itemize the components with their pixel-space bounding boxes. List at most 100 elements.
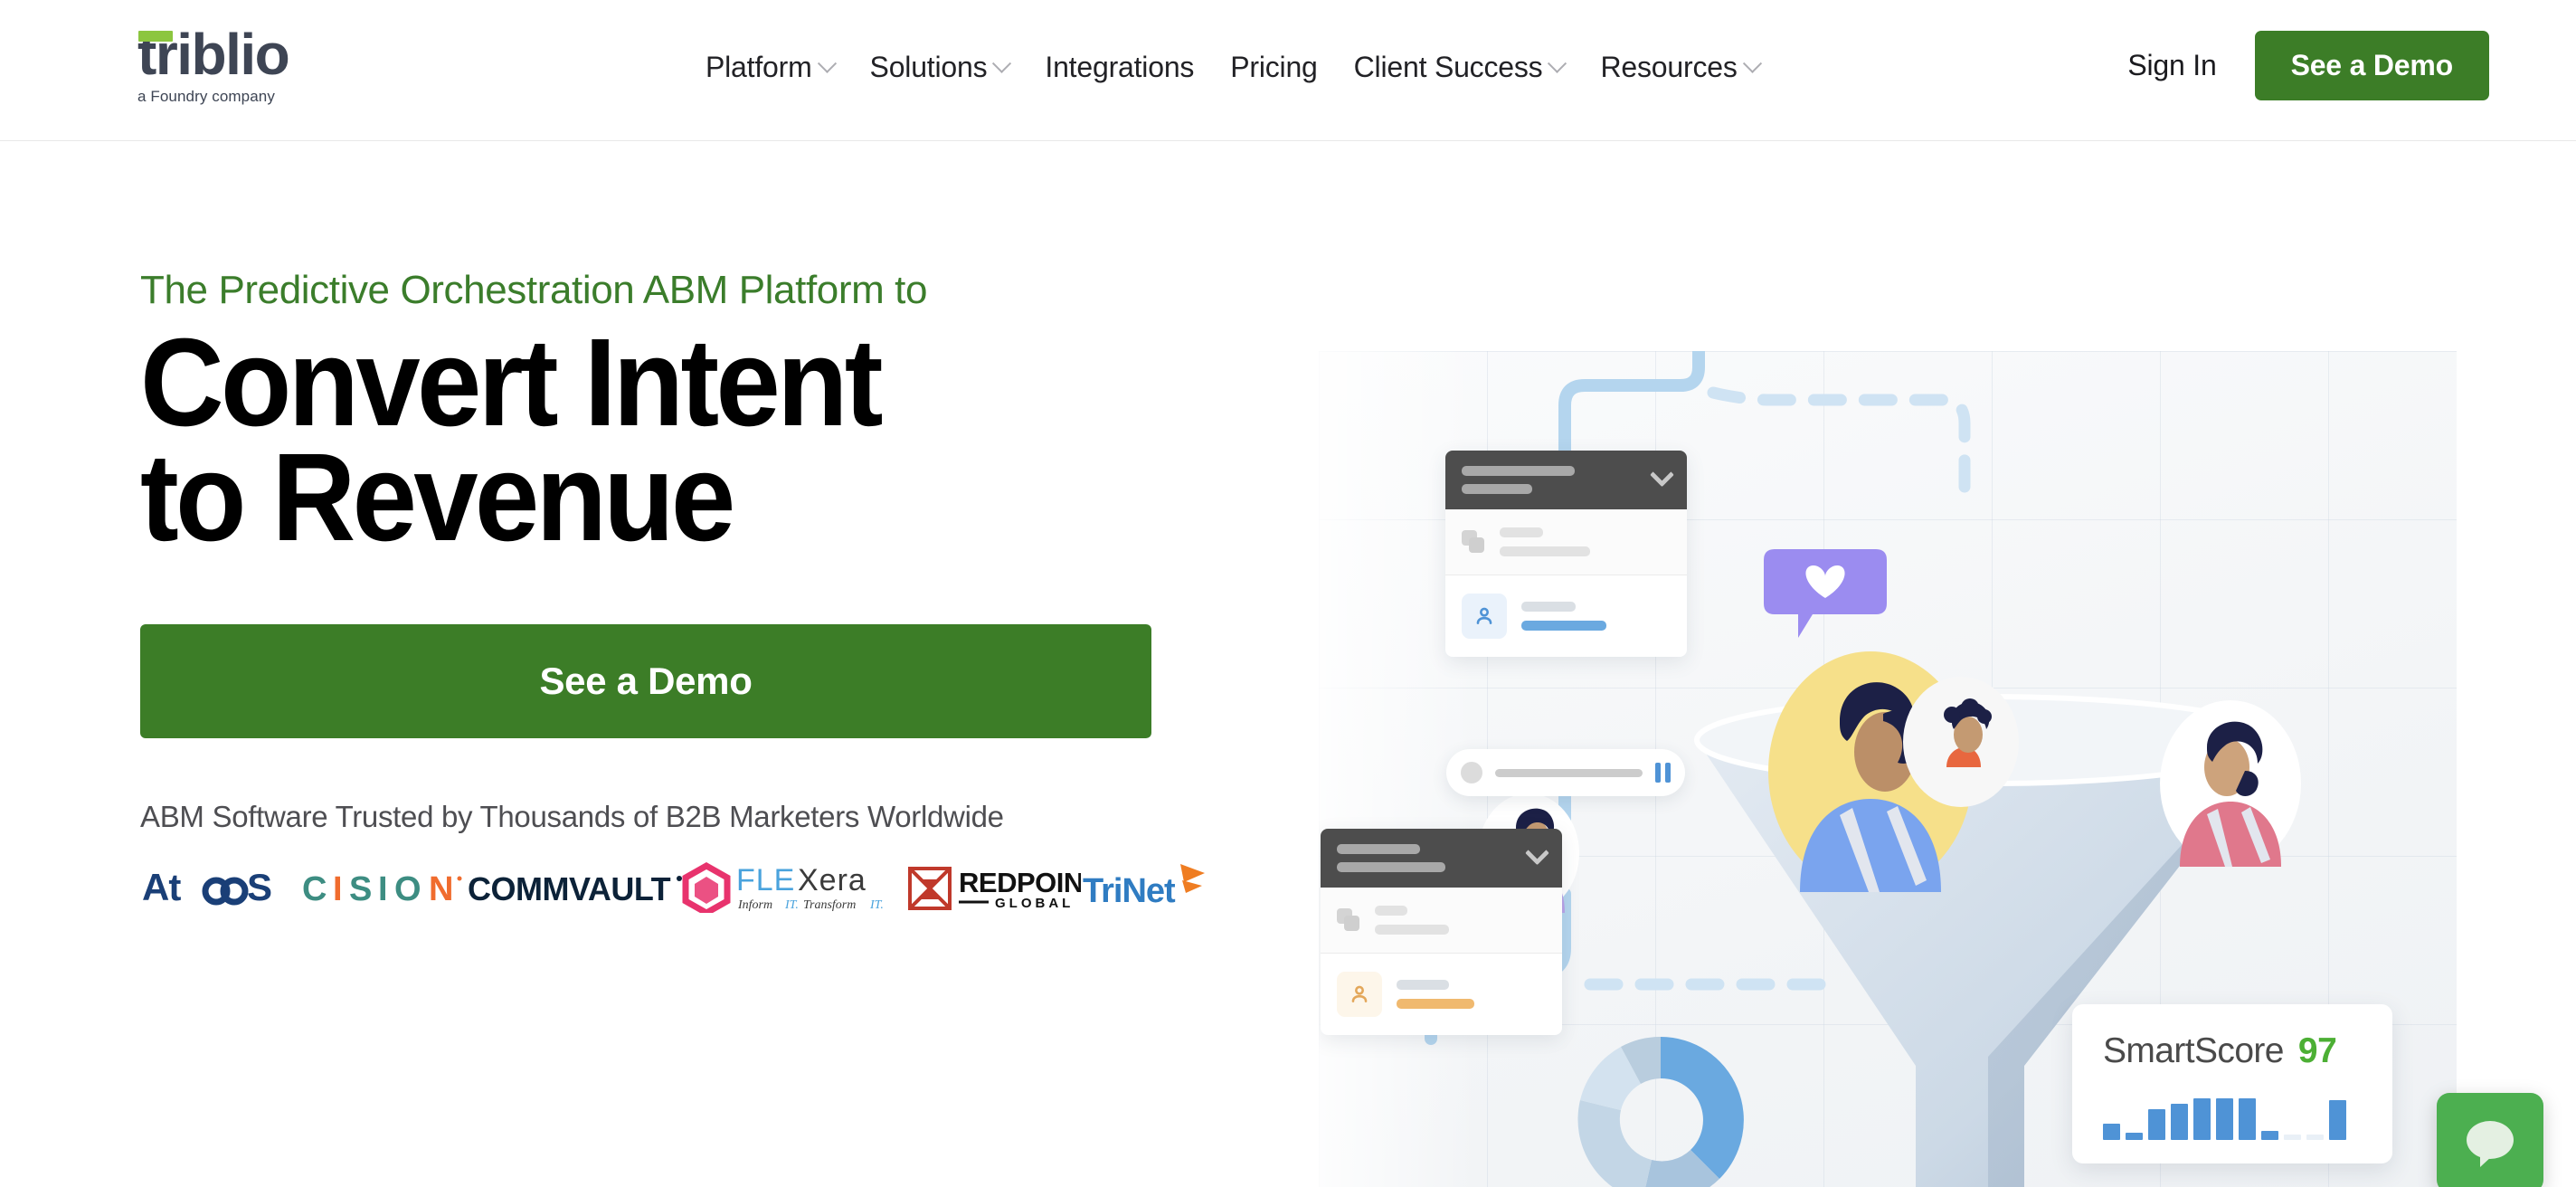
smartscore-bar <box>2103 1124 2120 1140</box>
nav-label: Solutions <box>869 51 988 83</box>
placeholder-bar <box>1462 484 1532 494</box>
client-logo-trinet: TriNet <box>1081 862 1208 917</box>
logo-wordmark: triblio <box>137 25 300 83</box>
trust-statement: ABM Software Trusted by Thousands of B2B… <box>140 799 1004 833</box>
smartscore-bar <box>2148 1109 2165 1140</box>
nav-label: Platform <box>706 51 812 83</box>
svg-text:GLOBAL: GLOBAL <box>995 896 1074 911</box>
workflow-row-placeholder-lines <box>1521 602 1606 631</box>
hero-section: The Predictive Orchestration ABM Platfor… <box>0 141 2576 1187</box>
see-a-demo-button-hero[interactable]: See a Demo <box>140 623 1151 738</box>
svg-text:Xera: Xera <box>798 863 867 897</box>
nav-item-solutions[interactable]: Solutions <box>852 45 1028 90</box>
smartscore-value: 97 <box>2297 1031 2337 1070</box>
hero-illustration: SmartScore 97 <box>1319 351 2457 1187</box>
svg-text:S: S <box>247 866 272 908</box>
client-logo-row: At S C I S I O N COMMVAULT FLE Xera Info… <box>140 859 1208 920</box>
workflow-row-asset <box>1445 509 1687 575</box>
progress-player-bar[interactable] <box>1446 749 1685 796</box>
svg-text:IT.: IT. <box>784 898 799 912</box>
commvault-logo-icon: COMMVAULT <box>468 861 731 916</box>
workflow-row-asset <box>1321 888 1562 954</box>
placeholder-bar <box>1500 546 1590 556</box>
person-icon <box>1337 972 1382 1017</box>
workflow-card-header <box>1321 829 1562 888</box>
placeholder-bar <box>1375 906 1407 916</box>
page-title: Convert Intent to Revenue <box>140 320 1132 560</box>
chat-widget-button[interactable] <box>2437 1093 2543 1187</box>
site-header: triblio a Foundry company Platform Solut… <box>0 0 2576 141</box>
svg-text:N: N <box>429 870 456 908</box>
atos-logo-icon: At S <box>142 866 272 908</box>
logo-accent-bar <box>138 31 173 42</box>
nav-item-resources[interactable]: Resources <box>1582 45 1776 90</box>
smartscore-bar <box>2193 1098 2211 1140</box>
svg-text:Transform: Transform <box>803 898 856 912</box>
svg-text:C: C <box>302 870 329 908</box>
placeholder-bar-accent <box>1521 621 1606 631</box>
svg-text:Inform: Inform <box>737 898 772 912</box>
nav-item-platform[interactable]: Platform <box>687 45 852 90</box>
placeholder-bar <box>1462 466 1575 476</box>
smartscore-bar <box>2306 1135 2324 1140</box>
flexera-logo-icon: FLE Xera Inform IT. Transform IT. <box>736 863 884 912</box>
layers-icon <box>1337 908 1360 932</box>
workflow-card-header <box>1445 451 1687 509</box>
workflow-header-placeholder-lines <box>1462 466 1575 494</box>
client-logo-cision: C I S I O N <box>298 864 466 916</box>
placeholder-bar <box>1397 980 1449 990</box>
smartscore-bar <box>2239 1098 2256 1140</box>
avatar-small-center <box>1903 677 2019 807</box>
nav-item-integrations[interactable]: Integrations <box>1027 45 1212 90</box>
nav-label: Client Success <box>1353 51 1543 83</box>
layers-icon <box>1462 530 1485 554</box>
workflow-card-primary[interactable] <box>1445 451 1687 657</box>
client-logo-atos: At S <box>140 864 298 916</box>
cision-logo-icon: C I S I O N <box>302 870 462 908</box>
logo-tagline: a Foundry company <box>137 88 275 105</box>
workflow-card-secondary[interactable] <box>1321 829 1562 1035</box>
player-avatar-dot <box>1461 762 1482 783</box>
chevron-down-icon <box>992 53 1012 73</box>
placeholder-bar <box>1375 925 1449 935</box>
svg-text:FLE: FLE <box>736 863 795 897</box>
chat-bubble-icon <box>2467 1121 2514 1167</box>
workflow-row-contact <box>1445 575 1687 657</box>
trinet-logo-icon: TriNet <box>1083 863 1205 910</box>
smartscore-bar <box>2216 1098 2233 1140</box>
chevron-down-icon <box>1548 53 1567 73</box>
logo[interactable]: triblio a Foundry company <box>137 25 300 106</box>
pause-icon[interactable] <box>1655 763 1671 783</box>
workflow-row-placeholder-lines <box>1375 906 1449 935</box>
svg-text:I: I <box>378 870 391 908</box>
placeholder-bar <box>1337 844 1420 854</box>
workflow-row-contact <box>1321 954 1562 1035</box>
client-logo-flexera: FLE Xera Inform IT. Transform IT. <box>733 859 904 920</box>
svg-text:IT.: IT. <box>869 898 884 912</box>
nav-item-client-success[interactable]: Client Success <box>1336 45 1583 90</box>
hero-copy: The Predictive Orchestration ABM Platfor… <box>140 268 1208 920</box>
chevron-down-icon[interactable] <box>1650 462 1674 488</box>
svg-text:S: S <box>349 870 374 908</box>
placeholder-bar <box>1521 602 1576 612</box>
svg-text:REDPOINT: REDPOINT <box>959 867 1081 898</box>
chevron-down-icon[interactable] <box>1525 840 1549 866</box>
headline-line-2: to Revenue <box>140 427 735 567</box>
nav-label: Integrations <box>1045 51 1195 83</box>
workflow-header-placeholder-lines <box>1337 844 1445 872</box>
see-a-demo-button-header[interactable]: See a Demo <box>2254 31 2489 100</box>
svg-text:COMMVAULT: COMMVAULT <box>468 870 671 907</box>
smartscore-card: SmartScore 97 <box>2072 1004 2392 1163</box>
svg-text:I: I <box>333 870 346 908</box>
svg-text:At: At <box>142 866 181 908</box>
nav-item-pricing[interactable]: Pricing <box>1212 45 1335 90</box>
main-navigation: Platform Solutions Integrations Pricing … <box>687 45 1777 90</box>
workflow-row-placeholder-lines <box>1500 527 1590 556</box>
sign-in-link[interactable]: Sign In <box>2124 40 2220 91</box>
header-actions: Sign In See a Demo <box>2124 31 2489 100</box>
nav-label: Pricing <box>1230 51 1318 83</box>
chevron-down-icon <box>1742 53 1762 73</box>
donut-chart <box>1577 1036 1744 1187</box>
player-progress-track[interactable] <box>1495 768 1643 777</box>
smartscore-bar <box>2261 1131 2278 1140</box>
